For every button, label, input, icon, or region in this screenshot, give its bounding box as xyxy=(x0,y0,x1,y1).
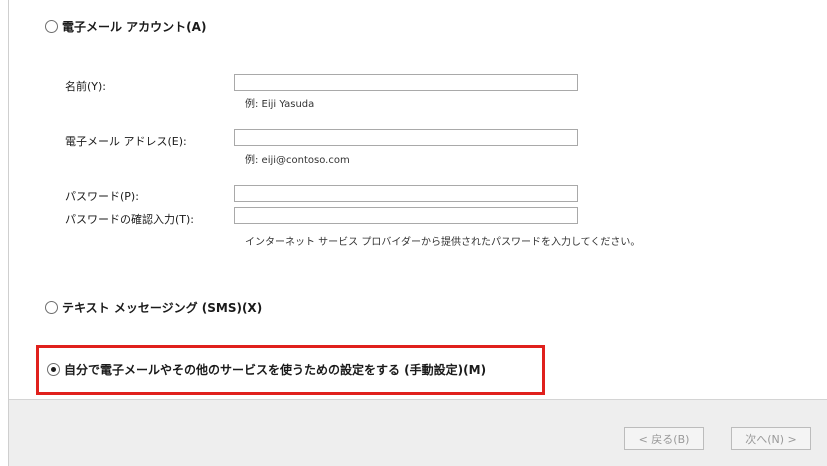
sms-radio[interactable] xyxy=(45,301,58,314)
name-field[interactable] xyxy=(234,74,578,91)
back-button[interactable]: < 戻る(B) xyxy=(624,427,704,450)
password-field[interactable] xyxy=(234,185,578,202)
account-setup-panel: 電子メール アカウント(A) 名前(Y): 例: Eiji Yasuda 電子メ… xyxy=(9,0,827,399)
manual-option-highlight-box xyxy=(36,345,545,395)
email-account-option[interactable]: 電子メール アカウント(A) xyxy=(45,18,206,35)
password-instruction-text: インターネット サービス プロバイダーから提供されたパスワードを入力してください… xyxy=(245,237,641,248)
sms-option[interactable]: テキスト メッセージング (SMS)(X) xyxy=(45,299,262,316)
email-account-radio[interactable] xyxy=(45,20,58,33)
email-address-label: 電子メール アドレス(E): xyxy=(65,135,187,148)
password-label: パスワード(P): xyxy=(65,190,139,203)
next-button[interactable]: 次へ(N) > xyxy=(731,427,811,450)
sms-option-label: テキスト メッセージング (SMS)(X) xyxy=(62,301,263,315)
email-address-field[interactable] xyxy=(234,129,578,146)
email-example-hint: 例: eiji@contoso.com xyxy=(245,155,350,166)
name-label: 名前(Y): xyxy=(65,80,107,93)
password-confirm-label: パスワードの確認入力(T): xyxy=(65,213,195,226)
name-example-hint: 例: Eiji Yasuda xyxy=(245,99,315,110)
email-account-option-label: 電子メール アカウント(A) xyxy=(62,20,207,34)
password-confirm-field[interactable] xyxy=(234,207,578,224)
wizard-button-bar: < 戻る(B) 次へ(N) > xyxy=(9,399,827,466)
